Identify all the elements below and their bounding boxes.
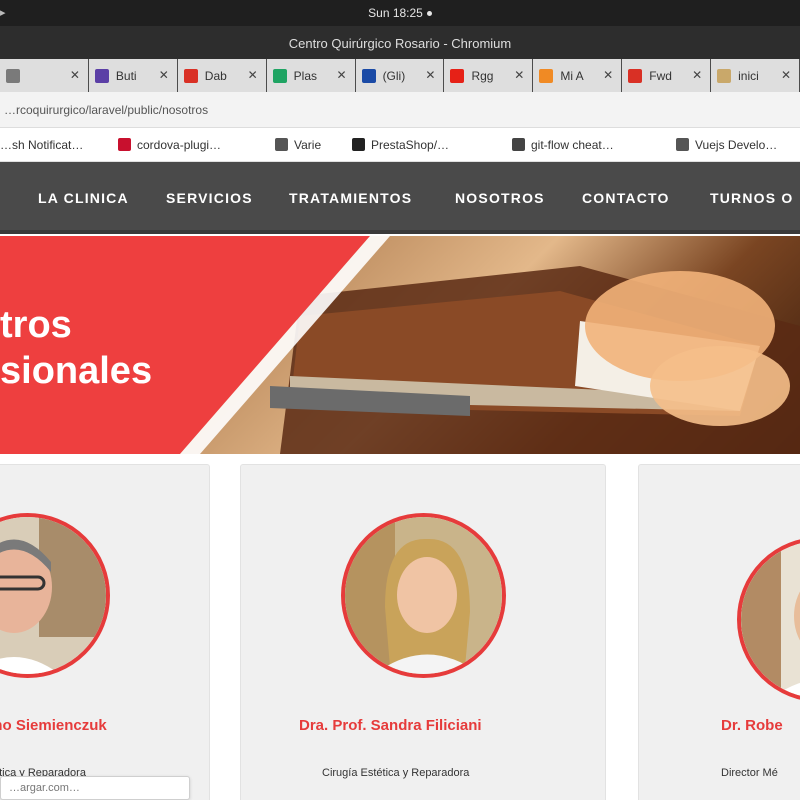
window-titlebar: Centro Quirúrgico Rosario - Chromium: [0, 26, 800, 59]
tab-label: Fwd: [649, 69, 672, 83]
nav-item[interactable]: SERVICIOS: [166, 190, 253, 206]
tab-label: Dab: [204, 69, 227, 83]
bookmark-icon: [352, 138, 365, 151]
professional-card[interactable]: Dr. Robe Director Mé: [638, 464, 800, 800]
autofill-text: …argar.com…: [9, 782, 80, 794]
browser-tab[interactable]: inici ✕: [711, 59, 800, 92]
tab-close-icon[interactable]: ✕: [248, 68, 258, 82]
tab-strip: ✕ Buti ✕ Dab ✕ Plas ✕ (Gli) ✕ Rgg ✕ Mi A ✕ Fwd ✕ inici ✕: [0, 59, 800, 92]
tab-close-icon[interactable]: ✕: [781, 68, 791, 82]
bookmark-label: Varie: [294, 138, 322, 152]
browser-tab[interactable]: Dab ✕: [177, 59, 267, 92]
avatar: [737, 537, 800, 702]
browser-tab[interactable]: Plas ✕: [266, 59, 356, 92]
browser-tab[interactable]: (Gli) ✕: [355, 59, 445, 92]
tab-favicon-icon: [717, 69, 732, 83]
avatar: [341, 513, 506, 678]
nav-item[interactable]: LA CLINICA: [38, 190, 129, 206]
tab-close-icon[interactable]: ✕: [425, 68, 435, 82]
bookmark-icon: [275, 138, 288, 151]
site-navigation: LA CLINICA SERVICIOS TRATAMIENTOS NOSOTROS C…: [0, 162, 800, 234]
nav-item[interactable]: NOSOTROS: [455, 190, 545, 206]
system-clock[interactable]: Sun 18:25: [0, 6, 800, 20]
professional-card[interactable]: ermo Siemienczuk ética y Reparadora: [0, 464, 210, 800]
professional-name: Dra. Prof. Sandra Filiciani: [299, 717, 482, 734]
tab-close-icon[interactable]: ✕: [603, 68, 613, 82]
tab-label: (Gli): [382, 69, 406, 83]
window-title: Centro Quirúrgico Rosario - Chromium: [288, 36, 512, 51]
tab-favicon-icon: [6, 69, 20, 83]
bookmark-item[interactable]: Vuejs Develo…: [676, 138, 777, 152]
bookmarks-bar: …sh Notificat… cordova-plugi… Varie PrestaS…: [0, 128, 800, 162]
nav-item[interactable]: TRATAMIENTOS: [289, 190, 412, 206]
bookmark-label: git-flow cheat…: [531, 138, 614, 152]
tab-label: Plas: [293, 69, 318, 83]
browser-tab[interactable]: Fwd ✕: [622, 59, 712, 92]
tab-close-icon[interactable]: ✕: [70, 68, 80, 82]
tab-close-icon[interactable]: ✕: [159, 68, 169, 82]
bookmark-item[interactable]: …sh Notificat…: [0, 138, 83, 152]
bookmark-item[interactable]: Varie: [275, 138, 321, 152]
professional-name: ermo Siemienczuk: [0, 717, 107, 734]
bookmark-label: cordova-plugi…: [137, 138, 222, 152]
tab-label: Mi A: [560, 69, 584, 83]
professional-name: Dr. Robe: [721, 717, 783, 734]
os-top-bar: ▸ Sun 18:25: [0, 0, 800, 26]
tab-favicon-icon: [450, 69, 465, 83]
bookmark-item[interactable]: git-flow cheat…: [512, 138, 614, 152]
bookmark-label: PrestaShop/…: [371, 138, 450, 152]
autofill-suggestion[interactable]: …argar.com…: [0, 776, 190, 800]
tab-favicon-icon: [183, 69, 198, 83]
bookmark-label: …sh Notificat…: [0, 138, 84, 152]
tab-close-icon[interactable]: ✕: [337, 68, 347, 82]
bookmark-item[interactable]: cordova-plugi…: [118, 138, 221, 152]
bookmark-label: Vuejs Develo…: [695, 138, 778, 152]
nav-divider: [0, 230, 800, 234]
browser-tab[interactable]: ✕: [0, 59, 89, 92]
professional-specialty: Cirugía Estética y Reparadora: [322, 767, 470, 779]
tab-label: Rgg: [471, 69, 494, 83]
hero-title-line2: sionales: [0, 350, 153, 392]
tab-favicon-icon: [539, 69, 554, 83]
browser-tab[interactable]: Mi A ✕: [533, 59, 623, 92]
professional-specialty: Director Mé: [721, 767, 778, 779]
professionals-section: ermo Siemienczuk ética y Reparadora Dra.…: [0, 454, 800, 800]
address-bar[interactable]: …rcoquirurgico/laravel/public/nosotros: [0, 92, 800, 128]
browser-tab[interactable]: Rgg ✕: [444, 59, 534, 92]
nav-item[interactable]: TURNOS O: [710, 190, 794, 206]
nav-item[interactable]: CONTACTO: [582, 190, 670, 206]
url-text[interactable]: …rcoquirurgico/laravel/public/nosotros: [4, 103, 208, 117]
tab-label: inici: [738, 69, 759, 83]
tab-label: Buti: [115, 69, 137, 83]
tab-favicon-icon: [272, 69, 287, 83]
tab-favicon-icon: [628, 69, 643, 83]
hero-red-shape: [0, 236, 390, 454]
hero-title-line1: tros: [0, 304, 72, 346]
tab-close-icon[interactable]: ✕: [514, 68, 524, 82]
clock-label: Sun 18:25: [368, 6, 423, 20]
hero-banner: tros sionales: [0, 236, 800, 454]
bookmark-icon: [118, 138, 131, 151]
browser-tab[interactable]: Buti ✕: [88, 59, 178, 92]
bookmark-icon: [676, 138, 689, 151]
bookmark-item[interactable]: PrestaShop/…: [352, 138, 449, 152]
avatar: [0, 513, 110, 678]
tab-close-icon[interactable]: ✕: [692, 68, 702, 82]
professional-card[interactable]: Dra. Prof. Sandra Filiciani Cirugía Esté…: [240, 464, 606, 800]
status-dot-icon: [426, 11, 432, 17]
tab-favicon-icon: [94, 69, 109, 83]
tab-favicon-icon: [361, 69, 376, 83]
bookmark-icon: [512, 138, 525, 151]
